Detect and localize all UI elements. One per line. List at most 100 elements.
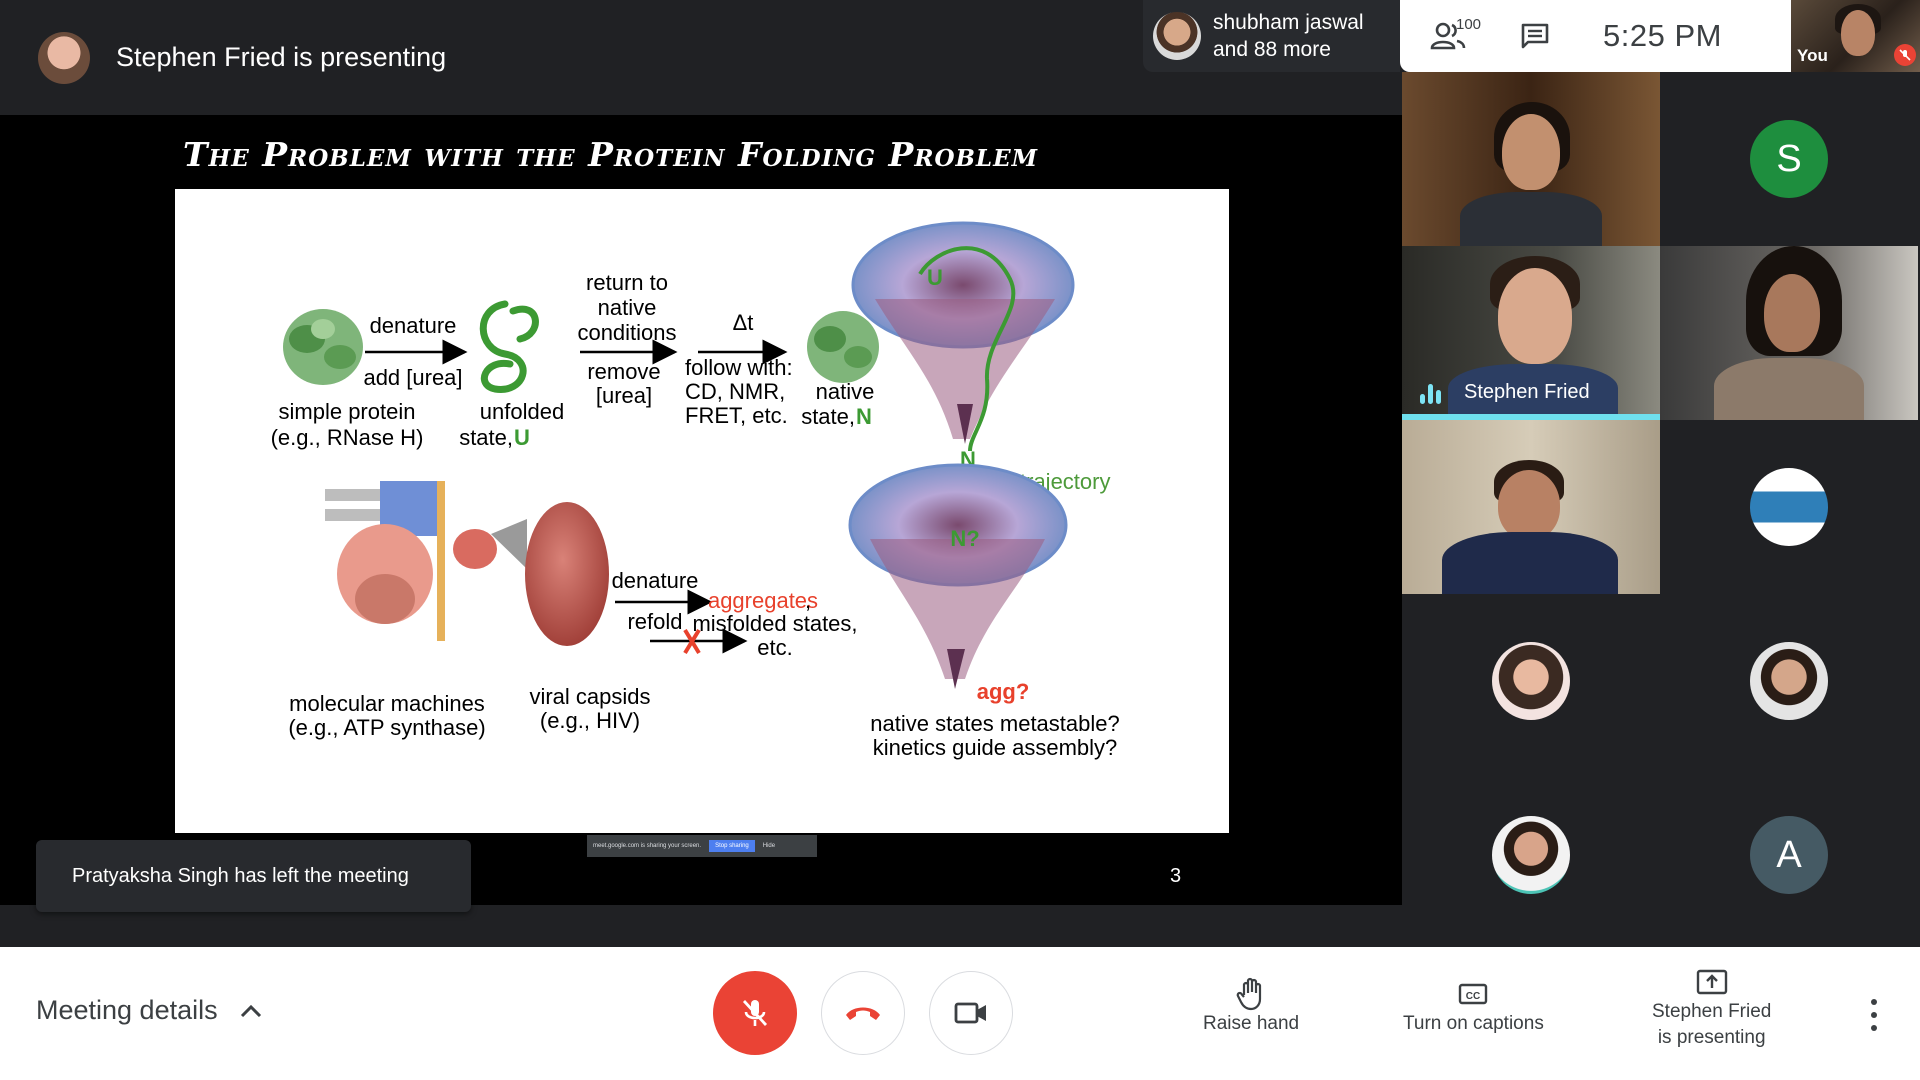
- label-denature: denature: [370, 313, 457, 338]
- chat-button[interactable]: [1495, 0, 1575, 72]
- label-refold: refold: [627, 609, 682, 634]
- raise-hand-button[interactable]: Raise hand: [1203, 977, 1299, 1037]
- label-aggregates: aggregates: [708, 588, 818, 613]
- participant-tile[interactable]: S: [1660, 72, 1918, 246]
- label-fret: FRET, etc.: [685, 403, 788, 428]
- camera-toggle-button[interactable]: [929, 971, 1013, 1055]
- participant-name: Stephen Fried: [1464, 381, 1590, 403]
- energy-funnel-bottom: N? agg?: [848, 463, 1068, 704]
- presenter-avatar: [38, 31, 90, 84]
- participant-tile[interactable]: A: [1660, 768, 1918, 942]
- captions-icon: CC: [1458, 977, 1488, 1011]
- label-atp-synthase: (e.g., ATP synthase): [288, 715, 485, 740]
- participants-chip-text: shubham jaswal and 88 more: [1213, 9, 1364, 63]
- funnel-label-agg: agg?: [977, 679, 1030, 704]
- control-bar: Meeting details Raise hand CC Turn on ca…: [0, 947, 1920, 1080]
- label-remove: remove: [587, 359, 660, 384]
- energy-funnel-top: U N: [851, 221, 1075, 472]
- label-etc: etc.: [757, 635, 792, 660]
- notification-toast: Pratyaksha Singh has left the meeting: [36, 840, 471, 912]
- clock: 5:25 PM: [1603, 18, 1722, 53]
- label-aggregates-comma: ,: [805, 588, 811, 613]
- stop-sharing-button[interactable]: Stop sharing: [709, 840, 755, 852]
- video-camera-icon: [954, 1002, 986, 1024]
- share-bar-text: meet.google.com is sharing your screen.: [593, 843, 702, 849]
- more-vert-icon: [1871, 998, 1877, 1005]
- speaking-indicator-icon: [1420, 384, 1441, 404]
- label-follow: follow with:: [685, 355, 793, 380]
- microphone-toggle-button[interactable]: [713, 971, 797, 1055]
- label-add-urea: add [urea]: [363, 365, 462, 390]
- present-screen-icon: [1696, 965, 1728, 999]
- label-molecular-machines: molecular machines: [289, 691, 485, 716]
- avatar: [1153, 12, 1201, 60]
- status-card: 100 5:25 PM: [1400, 0, 1791, 72]
- label-denature-bottom: denature: [612, 568, 699, 593]
- raise-hand-label: Raise hand: [1203, 1013, 1300, 1034]
- participants-chip-line2: and 88 more: [1213, 38, 1331, 61]
- presenting-label-1: Stephen Fried: [1652, 1001, 1772, 1022]
- avatar: [1750, 468, 1828, 546]
- hang-up-icon: [846, 1007, 880, 1020]
- label-return-to: return to: [586, 270, 668, 295]
- participant-tile[interactable]: [1402, 72, 1660, 246]
- participant-body: [1714, 358, 1864, 420]
- participant-tile[interactable]: [1402, 768, 1660, 942]
- participant-face: [1498, 268, 1572, 364]
- participant-tile[interactable]: [1660, 420, 1918, 594]
- chevron-up-icon: [240, 1004, 261, 1017]
- label-conditions: conditions: [577, 320, 676, 345]
- meeting-details-button[interactable]: Meeting details: [36, 995, 262, 1026]
- participants-chip[interactable]: shubham jaswal and 88 more: [1143, 0, 1400, 72]
- captions-button[interactable]: CC Turn on captions: [1403, 977, 1544, 1037]
- people-count: 100: [1456, 16, 1482, 33]
- label-native-1: native: [816, 379, 875, 404]
- participant-face: [1764, 274, 1820, 352]
- participant-tile[interactable]: [1660, 246, 1918, 420]
- participant-body: [1460, 192, 1602, 246]
- participant-tile-speaking[interactable]: Stephen Fried: [1402, 246, 1660, 420]
- presentation-stage: The Problem with the Protein Folding Pro…: [0, 115, 1402, 912]
- slide-title: The Problem with the Protein Folding Pro…: [183, 135, 1039, 174]
- label-simple-protein: simple protein: [279, 399, 416, 424]
- self-view-tile[interactable]: You: [1791, 0, 1920, 72]
- screen-share-bar: meet.google.com is sharing your screen. …: [587, 835, 817, 857]
- label-native-n: N: [856, 404, 872, 429]
- label-unfolded-u: U: [514, 425, 530, 450]
- mic-off-icon: [742, 1000, 768, 1026]
- funnel-label-u: U: [927, 265, 943, 290]
- leave-call-button[interactable]: [821, 971, 905, 1055]
- participant-tile[interactable]: [1402, 420, 1660, 594]
- avatar: S: [1750, 120, 1828, 198]
- self-face: [1841, 10, 1875, 56]
- presentation-button[interactable]: Stephen Fried is presenting: [1652, 965, 1771, 1051]
- participants-chip-line1: shubham jaswal: [1213, 11, 1364, 34]
- participant-tile[interactable]: [1660, 594, 1918, 768]
- avatar: A: [1750, 816, 1828, 894]
- label-urea: [urea]: [596, 383, 652, 408]
- folded-protein-image: [283, 309, 363, 385]
- label-metastable: native states metastable?: [870, 711, 1119, 736]
- people-button[interactable]: 100: [1400, 0, 1495, 72]
- atp-synthase-image: [325, 481, 527, 641]
- meeting-details-label: Meeting details: [36, 995, 218, 1025]
- label-misfolded: misfolded states,: [692, 611, 857, 636]
- avatar: [1492, 816, 1570, 894]
- label-hiv: (e.g., HIV): [540, 708, 640, 733]
- slide-diagram: denature add [urea] simple protein (e.g.…: [271, 221, 1120, 760]
- label-unfolded-state: state,: [459, 425, 513, 450]
- label-native-state: state,: [801, 404, 855, 429]
- captions-label: Turn on captions: [1403, 1013, 1544, 1034]
- label-viral-capsids: viral capsids: [529, 684, 650, 709]
- presenting-label-2: is presenting: [1657, 1027, 1766, 1048]
- participant-face: [1498, 470, 1560, 540]
- meet-window: Stephen Fried is presenting shubham jasw…: [0, 0, 1920, 1080]
- hide-button[interactable]: Hide: [763, 843, 775, 849]
- chat-icon: [1521, 23, 1549, 49]
- more-options-button[interactable]: [1860, 995, 1888, 1035]
- unfolded-protein-image: [479, 300, 539, 393]
- label-rnase: (e.g., RNase H): [271, 425, 424, 450]
- svg-text:CC: CC: [1466, 991, 1480, 1002]
- label-kinetics: kinetics guide assembly?: [873, 735, 1118, 760]
- participant-tile[interactable]: [1402, 594, 1660, 768]
